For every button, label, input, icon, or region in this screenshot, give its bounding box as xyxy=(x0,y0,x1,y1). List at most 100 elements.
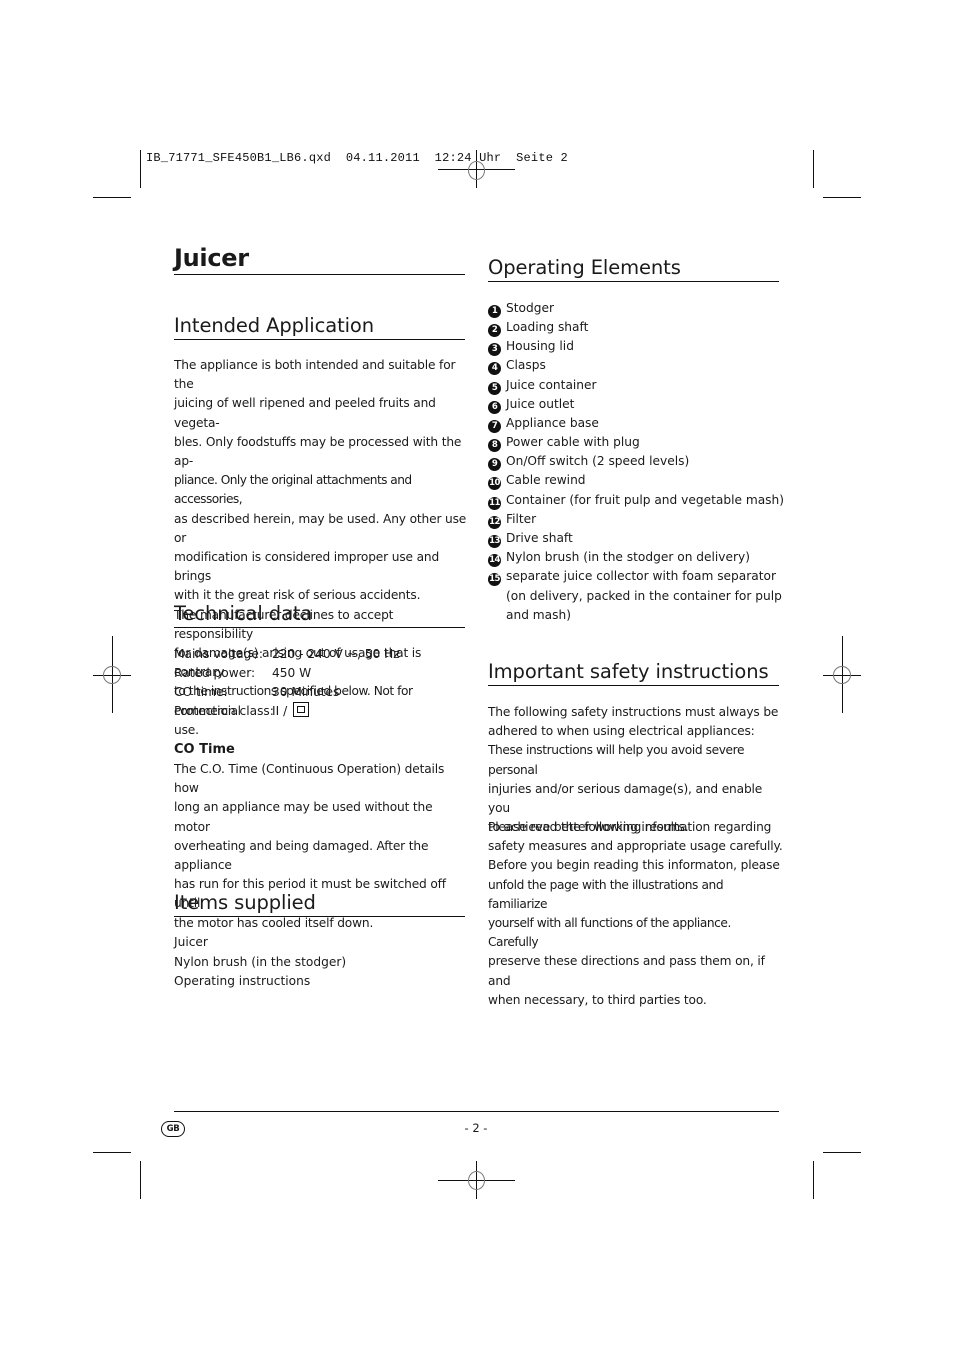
footer-rule xyxy=(174,1111,779,1112)
number-badge-icon: 8 xyxy=(488,439,501,453)
list-item-continuation: (on delivery, packed in the container fo… xyxy=(506,589,782,603)
text-line: yourself with all functions of the appli… xyxy=(488,916,731,950)
tech-value: 30 Minutes xyxy=(272,685,340,699)
tech-value: 220 - 240 V ~, 50 Hz xyxy=(272,647,400,661)
tech-value: 450 W xyxy=(272,666,312,680)
tech-row-co-time: CO time: 30 Minutes xyxy=(174,683,339,702)
operating-element-item: 3 Housing lid xyxy=(488,337,574,357)
operating-element-label: Clasps xyxy=(506,358,546,373)
crop-mark xyxy=(140,150,141,188)
safety-text-2: Please read the following information re… xyxy=(488,818,783,1010)
number-badge-icon: 3 xyxy=(488,343,501,357)
number-badge-icon: 6 xyxy=(488,400,501,414)
operating-element-label: Stodger xyxy=(506,301,554,315)
operating-element-item: 7 Appliance base xyxy=(488,414,599,433)
operating-element-item: 9 On/Off switch (2 speed levels) xyxy=(488,452,690,472)
operating-element-label: separate juice collector with foam separ… xyxy=(506,569,776,584)
tech-label: Protection class: xyxy=(174,704,274,718)
operating-element-item: 14 Nylon brush (in the stodger on deliver… xyxy=(488,548,750,567)
operating-element-label: Juice container xyxy=(506,377,597,392)
text-line: adhered to when using electrical applian… xyxy=(488,724,755,739)
operating-element-label: Power cable with plug xyxy=(506,435,640,450)
tech-row-rated-power: Rated power: 450 W xyxy=(174,664,311,683)
text-line: These instructions will help you avoid s… xyxy=(488,743,745,777)
operating-element-item: 4 Clasps xyxy=(488,356,546,376)
operating-element-item: 10 Cable rewind xyxy=(488,471,586,491)
operating-element-label: Filter xyxy=(506,511,537,526)
tech-label: Rated power: xyxy=(174,666,256,680)
slug-filename: IB_71771_SFE450B1_LB6.qxd xyxy=(146,151,332,165)
double-insulation-icon xyxy=(293,702,310,717)
crop-mark xyxy=(823,1152,861,1153)
heading-intended-application: Intended Application xyxy=(174,312,465,340)
number-badge-icon: 5 xyxy=(488,381,501,395)
text-line: unfold the page with the illustrations a… xyxy=(488,877,724,911)
tech-value: II / xyxy=(272,704,288,718)
tech-row-protection-class: Protection class:II / xyxy=(174,702,310,721)
number-badge-icon: 14 xyxy=(488,553,501,567)
crop-mark xyxy=(93,1152,131,1153)
operating-element-label: Container (for fruit pulp and vegetable … xyxy=(506,492,784,507)
text-line: The appliance is both intended and suita… xyxy=(174,358,456,392)
operating-element-item: 1 Stodger xyxy=(488,299,554,318)
slug-time: 12:24 Uhr xyxy=(434,151,502,165)
operating-element-item: 8 Power cable with plug xyxy=(488,433,640,453)
operating-element-item: 11 Container (for fruit pulp and vegetabl… xyxy=(488,491,784,510)
text-line: safety measures and appropriate usage ca… xyxy=(488,839,783,854)
heading-safety-instructions: Important safety instructions xyxy=(488,658,779,686)
number-badge-icon: 12 xyxy=(488,515,501,529)
text-line: Please read the following information re… xyxy=(488,820,772,834)
operating-element-item: 6 Juice outlet xyxy=(488,395,574,414)
heading-items-supplied: Items supplied xyxy=(174,889,465,917)
supplied-item: Juicer xyxy=(174,935,208,949)
supplied-item: Nylon brush (in the stodger) xyxy=(174,955,347,969)
language-badge: GB xyxy=(161,1121,185,1137)
tech-label: CO time: xyxy=(174,685,228,699)
text-line: overheating and being damaged. After the… xyxy=(174,838,429,873)
operating-element-label: Appliance base xyxy=(506,415,599,430)
number-badge-icon: 10 xyxy=(488,477,501,491)
slug-date: 04.11.2011 xyxy=(345,151,420,165)
text-line: long an appliance may be used without th… xyxy=(174,800,433,834)
operating-element-label: On/Off switch (2 speed levels) xyxy=(506,454,690,469)
number-badge-icon: 11 xyxy=(488,496,501,510)
number-badge-icon: 7 xyxy=(488,419,501,433)
crop-mark xyxy=(823,197,861,198)
text-line: use. xyxy=(174,722,199,737)
text-line: pliance. Only the original attachments a… xyxy=(174,473,412,507)
supplied-item: Operating instructions xyxy=(174,974,311,988)
crop-mark xyxy=(93,197,131,198)
heading-operating-elements: Operating Elements xyxy=(488,254,779,282)
text-line: injuries and/or serious damage(s), and e… xyxy=(488,781,763,816)
number-badge-icon: 2 xyxy=(488,324,501,338)
operating-element-label: Housing lid xyxy=(506,339,574,354)
tech-row-mains-voltage: Mains voltage: 220 - 240 V ~, 50 Hz xyxy=(174,645,400,664)
number-badge-icon: 9 xyxy=(488,458,501,472)
tech-label: Mains voltage: xyxy=(174,647,263,661)
operating-element-label: Drive shaft xyxy=(506,530,573,545)
list-item-continuation: and mash) xyxy=(506,608,571,622)
text-line: The C.O. Time (Continuous Operation) det… xyxy=(174,762,445,796)
text-line: modification is considered improper use … xyxy=(174,550,440,584)
number-badge-icon: 4 xyxy=(488,362,501,376)
text-line: juicing of well ripened and peeled fruit… xyxy=(174,396,436,430)
heading-technical-data: Technical data xyxy=(174,600,465,628)
text-line: when necessary, to third parties too. xyxy=(488,992,707,1007)
number-badge-icon: 13 xyxy=(488,534,501,548)
operating-element-label: Nylon brush (in the stodger on delivery) xyxy=(506,549,750,564)
text-line: Before you begin reading this informaton… xyxy=(488,858,780,873)
operating-element-item: 13 Drive shaft xyxy=(488,529,573,548)
text-line: bles. Only foodstuffs may be processed w… xyxy=(174,434,462,469)
text-line: The following safety instructions must a… xyxy=(488,705,779,719)
page-number: - 2 - xyxy=(464,1121,488,1135)
operating-element-item: 15 separate juice collector with foam sep… xyxy=(488,567,776,587)
operating-element-item: 5 Juice container xyxy=(488,376,597,395)
document-title: Juicer xyxy=(174,242,465,275)
operating-element-label: Loading shaft xyxy=(506,320,589,335)
operating-element-item: 2 Loading shaft xyxy=(488,318,589,338)
crop-mark xyxy=(813,150,814,188)
slug-page: Seite 2 xyxy=(516,151,568,165)
print-slug: IB_71771_SFE450B1_LB6.qxd 04.11.2011 12:… xyxy=(146,151,568,165)
number-badge-icon: 1 xyxy=(488,305,501,318)
heading-co-time: CO Time xyxy=(174,742,235,757)
